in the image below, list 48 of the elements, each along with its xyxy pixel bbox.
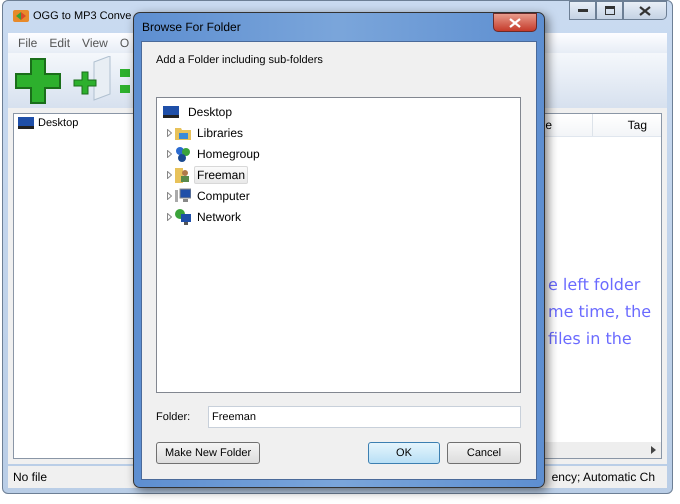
status-text: No file	[13, 470, 48, 484]
people-icon	[175, 146, 191, 162]
minimize-icon	[578, 8, 588, 12]
expand-icon[interactable]	[167, 150, 172, 158]
maximize-icon	[604, 6, 614, 15]
menu-item[interactable]: File	[12, 36, 44, 50]
computer-icon	[175, 188, 191, 204]
dialog-button[interactable]: Cancel	[447, 442, 521, 464]
plus-icon[interactable]	[14, 56, 62, 104]
hint-text: e left folder	[548, 274, 642, 296]
tree-item[interactable]: Freeman	[194, 166, 248, 184]
minimize-button[interactable]	[569, 1, 596, 20]
dialog-button[interactable]: Make New Folder	[156, 442, 260, 464]
menu-item[interactable]: View	[76, 36, 114, 50]
tree-item[interactable]: Desktop	[185, 102, 236, 120]
close-icon	[639, 6, 651, 16]
tree-item[interactable]: Homegroup	[194, 144, 263, 162]
tree-item[interactable]: Desktop	[38, 117, 78, 129]
window-title: OGG to MP3 Conve	[33, 10, 132, 22]
close-icon	[509, 18, 521, 28]
tree-item[interactable]: Computer	[194, 186, 253, 204]
close-button[interactable]	[623, 1, 667, 20]
converter-icon	[13, 9, 29, 23]
instruction-text: Add a Folder including sub-folders	[156, 54, 324, 66]
tree-item[interactable]: Libraries	[194, 124, 246, 142]
desktop-icon	[163, 106, 179, 118]
scroll-right-icon[interactable]	[651, 446, 656, 454]
folder-field[interactable]: Freeman	[208, 406, 521, 428]
user-folder-icon	[175, 166, 191, 182]
hint-text: files in the	[548, 328, 633, 350]
dialog-title: Browse For Folder	[141, 20, 241, 34]
maximize-button[interactable]	[596, 1, 623, 20]
folder-icon	[175, 126, 191, 140]
desktop-icon	[18, 117, 34, 129]
field-label: Folder:	[156, 411, 192, 423]
hint-text: me time, the	[548, 301, 652, 323]
expand-icon[interactable]	[167, 192, 172, 200]
menu-item[interactable]: O	[114, 36, 136, 50]
column-header[interactable]: Tag	[593, 114, 661, 136]
tree-item[interactable]: Network	[194, 208, 244, 226]
globe-icon	[175, 208, 191, 224]
status-text: ency; Automatic Ch	[552, 470, 655, 484]
expand-icon[interactable]	[167, 170, 172, 178]
expand-icon[interactable]	[167, 128, 172, 136]
close-button[interactable]	[493, 13, 537, 32]
expand-icon[interactable]	[167, 212, 172, 220]
dialog-button[interactable]: OK	[368, 442, 440, 464]
menu-item[interactable]: Edit	[43, 36, 76, 50]
